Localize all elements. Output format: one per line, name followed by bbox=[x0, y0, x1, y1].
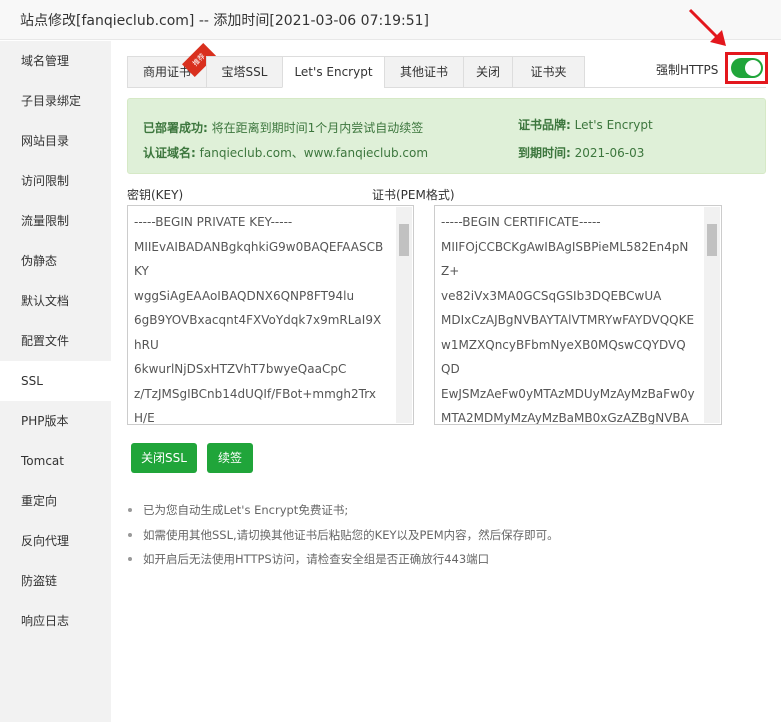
tab-lets-encrypt[interactable]: Let's Encrypt bbox=[282, 56, 384, 88]
tab-cert-folder[interactable]: 证书夹 bbox=[512, 56, 585, 88]
ssl-status-panel: 已部署成功: 将在距离到期时间1个月内尝试自动续签 认证域名: fanqiecl… bbox=[127, 98, 766, 174]
dialog-title: 站点修改[fanqieclub.com] -- 添加时间[2021-03-06 … bbox=[0, 0, 781, 40]
sidebar-item[interactable]: PHP版本 bbox=[0, 401, 111, 441]
sidebar-item[interactable]: 伪静态 bbox=[0, 241, 111, 281]
close-ssl-button[interactable]: 关闭SSL bbox=[131, 443, 197, 473]
deployed-label: 已部署成功: bbox=[143, 121, 208, 135]
scrollbar-thumb[interactable] bbox=[707, 224, 717, 256]
sidebar-item[interactable]: 网站目录 bbox=[0, 121, 111, 161]
sidebar-item[interactable]: SSL bbox=[0, 361, 111, 401]
cert-text: -----BEGIN CERTIFICATE----- MIIFOjCCBCKg… bbox=[441, 215, 695, 425]
tip-item: 如开启后无法使用HTTPS访问，请检查安全组是否正确放行443端口 bbox=[128, 549, 559, 574]
scrollbar-thumb[interactable] bbox=[399, 224, 409, 256]
sidebar-item[interactable]: 重定向 bbox=[0, 481, 111, 521]
sidebar-item[interactable]: Tomcat bbox=[0, 441, 111, 481]
tip-item: 已为您自动生成Let's Encrypt免费证书; bbox=[128, 500, 559, 525]
domain-label: 认证域名: bbox=[143, 146, 196, 160]
sidebar-item[interactable]: 访问限制 bbox=[0, 161, 111, 201]
tab-commercial-cert[interactable]: 商用证书 推荐 bbox=[127, 43, 216, 88]
scrollbar[interactable] bbox=[704, 207, 720, 423]
cert-textarea[interactable]: -----BEGIN CERTIFICATE----- MIIFOjCCBCKg… bbox=[434, 205, 722, 425]
brand-value: Let's Encrypt bbox=[574, 118, 653, 132]
deployed-value: 将在距离到期时间1个月内尝试自动续签 bbox=[211, 121, 424, 135]
tab-baota-ssl[interactable]: 宝塔SSL bbox=[206, 56, 282, 88]
expiry-value: 2021-06-03 bbox=[574, 146, 645, 160]
expiry-label: 到期时间: bbox=[518, 146, 571, 160]
sidebar-item[interactable]: 子目录绑定 bbox=[0, 81, 111, 121]
tab-other-cert[interactable]: 其他证书 bbox=[384, 56, 463, 88]
sidebar-item[interactable]: 配置文件 bbox=[0, 321, 111, 361]
sidebar-item[interactable]: 响应日志 bbox=[0, 601, 111, 641]
red-arrow-icon bbox=[688, 8, 726, 46]
cert-label: 证书(PEM格式) bbox=[372, 188, 455, 202]
highlight-box bbox=[725, 52, 768, 84]
tips-list: 已为您自动生成Let's Encrypt免费证书; 如需使用其他SSL,请切换其… bbox=[128, 500, 559, 574]
key-textarea[interactable]: -----BEGIN PRIVATE KEY----- MIIEvAIBADAN… bbox=[127, 205, 414, 425]
tip-item: 如需使用其他SSL,请切换其他证书后粘贴您的KEY以及PEM内容，然后保存即可。 bbox=[128, 525, 559, 550]
brand-label: 证书品牌: bbox=[518, 118, 571, 132]
tab-label: 商用证书 bbox=[142, 65, 191, 79]
toggle-knob bbox=[745, 60, 761, 76]
tab-close[interactable]: 关闭 bbox=[463, 56, 512, 88]
sidebar-item[interactable]: 反向代理 bbox=[0, 521, 111, 561]
sidebar-item[interactable]: 默认文档 bbox=[0, 281, 111, 321]
renew-button[interactable]: 续签 bbox=[207, 443, 253, 473]
force-https-toggle[interactable] bbox=[731, 58, 763, 78]
sidebar-item[interactable]: 防盗链 bbox=[0, 561, 111, 601]
sidebar-item[interactable]: 域名管理 bbox=[0, 41, 111, 81]
key-text: -----BEGIN PRIVATE KEY----- MIIEvAIBADAN… bbox=[134, 215, 384, 425]
force-https-label: 强制HTTPS bbox=[656, 63, 719, 77]
sidebar: 域名管理 子目录绑定 网站目录 访问限制 流量限制 伪静态 默认文档 配置文件 SSL PHP版本… bbox=[0, 41, 111, 722]
key-label: 密钥(KEY) bbox=[127, 188, 184, 202]
scrollbar[interactable] bbox=[396, 207, 412, 423]
domain-value: fanqieclub.com、www.fanqieclub.com bbox=[199, 146, 429, 160]
sidebar-item[interactable]: 流量限制 bbox=[0, 201, 111, 241]
